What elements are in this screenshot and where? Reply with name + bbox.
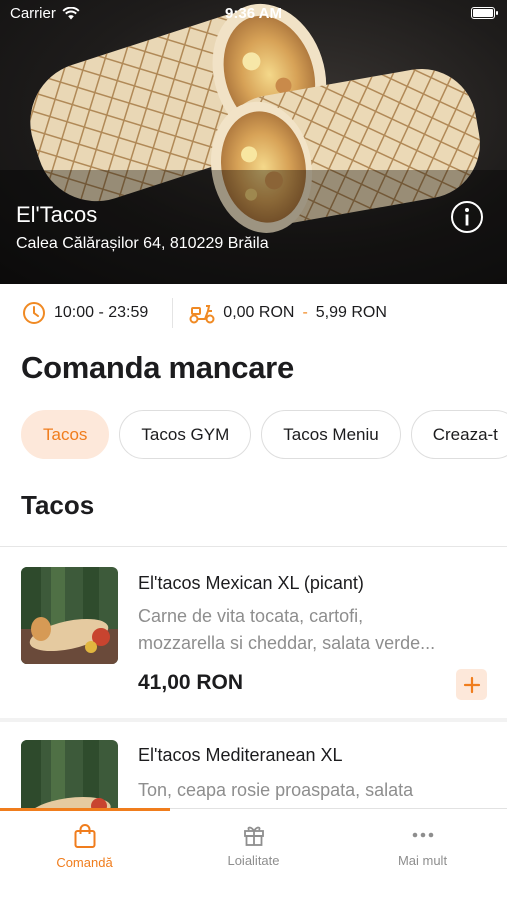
restaurant-name: El'Tacos <box>16 202 98 227</box>
more-dots-icon <box>412 832 433 838</box>
product-card[interactable]: El'tacos Mediteranean XL Ton, ceapa rosi… <box>0 722 507 808</box>
battery-icon <box>471 7 498 19</box>
section-title: Tacos <box>21 490 95 520</box>
shopping-bag-icon <box>74 824 95 848</box>
category-pill-tacos-meniu[interactable]: Tacos Meniu <box>261 410 401 459</box>
info-icon <box>465 208 469 226</box>
product-description: Ton, ceapa rosie proaspata, salata <box>138 777 478 804</box>
tab-label: Mai mult <box>397 853 448 868</box>
opening-hours: 10:00 - 23:59 <box>22 301 148 325</box>
hero-banner: Carrier 9:36 AM El'Tacos Calea Călărașil… <box>0 0 507 284</box>
page-title: Comanda mancare <box>21 350 294 385</box>
product-description: Carne de vita tocata, cartofi, mozzarell… <box>138 603 478 657</box>
product-price: 41,00 RON <box>138 671 244 694</box>
delivery-fee: 0,00 RON - 5,99 RON <box>189 302 387 324</box>
hours-text: 10:00 - 23:59 <box>54 304 149 321</box>
category-pill-tacos-gym[interactable]: Tacos GYM <box>119 410 252 459</box>
product-card[interactable]: El'tacos Mexican XL (picant) Carne de vi… <box>0 547 507 718</box>
tab-mai-mult[interactable]: Mai mult <box>338 823 507 868</box>
status-bar: Carrier 9:36 AM <box>0 0 507 28</box>
plus-icon <box>463 676 480 693</box>
product-image <box>21 740 118 808</box>
tab-label: Loialitate <box>227 853 280 868</box>
status-time: 9:36 AM <box>225 5 282 22</box>
product-description-line: mozzarella si cheddar, salata verde... <box>138 633 436 653</box>
category-pill-creaza[interactable]: Creaza-t <box>410 410 507 459</box>
scooter-icon <box>189 305 215 324</box>
category-pills: Tacos Tacos GYM Tacos Meniu Creaza-t <box>21 410 507 459</box>
tab-comanda[interactable]: Comandă <box>0 823 169 870</box>
delivery-separator: - <box>302 304 308 321</box>
restaurant-address: Calea Călărașilor 64, 810229 Brăila <box>16 235 269 252</box>
tab-loialitate[interactable]: Loialitate <box>169 823 338 868</box>
add-to-cart-button[interactable] <box>456 669 487 700</box>
tab-label: Comandă <box>56 855 113 870</box>
delivery-min: 0,00 RON <box>223 304 295 321</box>
product-description-line: Ton, ceapa rosie proaspata, salata <box>138 780 414 800</box>
product-name: El'tacos Mediteranean XL <box>138 745 343 765</box>
gift-icon <box>243 826 264 846</box>
category-pill-tacos[interactable]: Tacos <box>21 410 110 459</box>
clock-icon <box>23 302 45 324</box>
info-strip: 10:00 - 23:59 0,00 RON - 5,99 RON <box>0 284 507 342</box>
product-image <box>21 567 118 664</box>
divider <box>172 298 174 328</box>
tab-bar: Comandă Loialitate Mai mult <box>0 808 507 900</box>
info-button[interactable] <box>451 201 483 233</box>
delivery-max: 5,99 RON <box>315 304 387 321</box>
product-description-line: Carne de vita tocata, cartofi, <box>138 606 364 626</box>
product-name: El'tacos Mexican XL (picant) <box>138 573 364 593</box>
tab-active-indicator <box>0 808 170 811</box>
